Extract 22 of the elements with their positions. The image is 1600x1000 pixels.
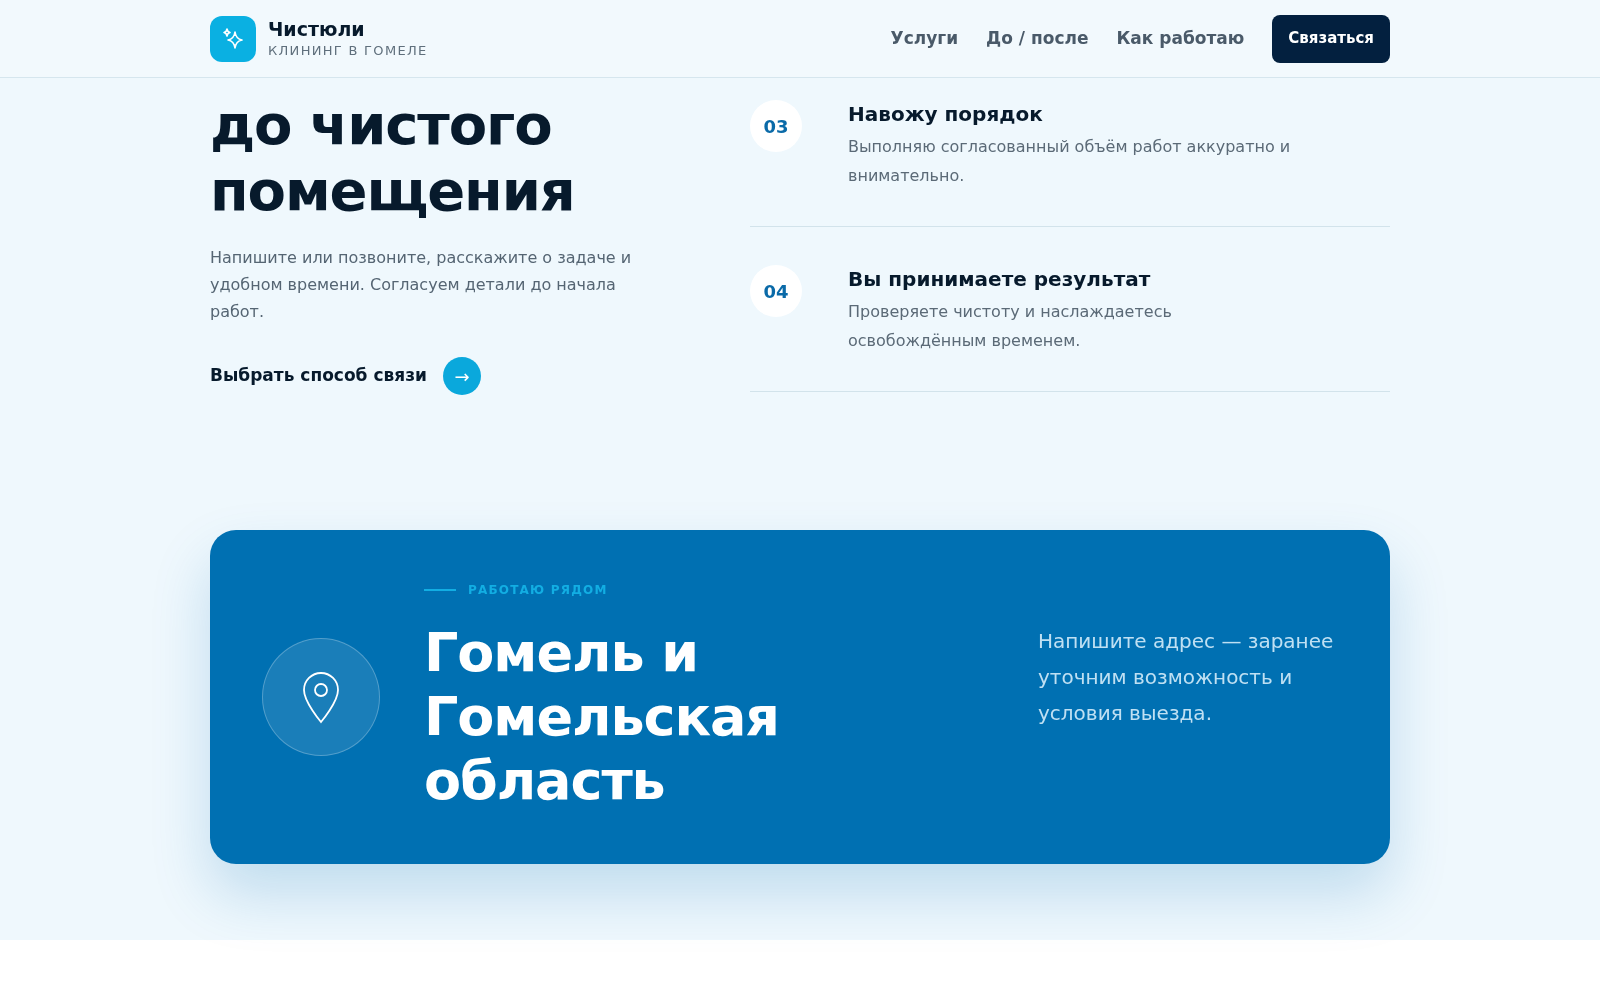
contact-method-link[interactable]: Выбрать способ связи bbox=[210, 363, 427, 389]
step-description: Выполняю согласованный объём работ аккуратно и внимательно. bbox=[848, 136, 1292, 187]
area-heading: область bbox=[424, 749, 666, 813]
brand-name: Чистюли bbox=[268, 16, 366, 41]
nav-link[interactable]: Услуги bbox=[890, 25, 959, 52]
logo-icon bbox=[210, 15, 256, 62]
step-number: 04 bbox=[750, 265, 802, 317]
nav-link[interactable]: Как работаю bbox=[1116, 25, 1245, 52]
intro-text: Напишите или позвоните, расскажите о задаче и удобном времени. Согласуем детали до начала работ. bbox=[210, 247, 633, 323]
step-title: Навожу порядок bbox=[848, 101, 1044, 128]
section-eyebrow: РАБОТАЮ РЯДОМ bbox=[468, 582, 608, 599]
step-title: Вы принимаете результат bbox=[848, 266, 1152, 293]
step-number: 03 bbox=[750, 100, 802, 152]
section-heading: помещения bbox=[210, 158, 576, 224]
step-description: Проверяете чистоту и наслаждаетесь освобождённым временем. bbox=[848, 301, 1173, 352]
nav-link[interactable]: До / после bbox=[986, 25, 1089, 52]
section-heading: до чистого bbox=[210, 92, 553, 158]
area-heading: Гомель и bbox=[424, 621, 699, 685]
contact-button[interactable]: Связаться bbox=[1272, 14, 1390, 63]
area-description: Напишите адрес — заранее уточним возможность и условия выезда. bbox=[1038, 628, 1335, 727]
area-heading: Гомельская bbox=[424, 685, 780, 749]
brand-tagline: КЛИНИНГ В ГОМЕЛЕ bbox=[268, 41, 428, 60]
